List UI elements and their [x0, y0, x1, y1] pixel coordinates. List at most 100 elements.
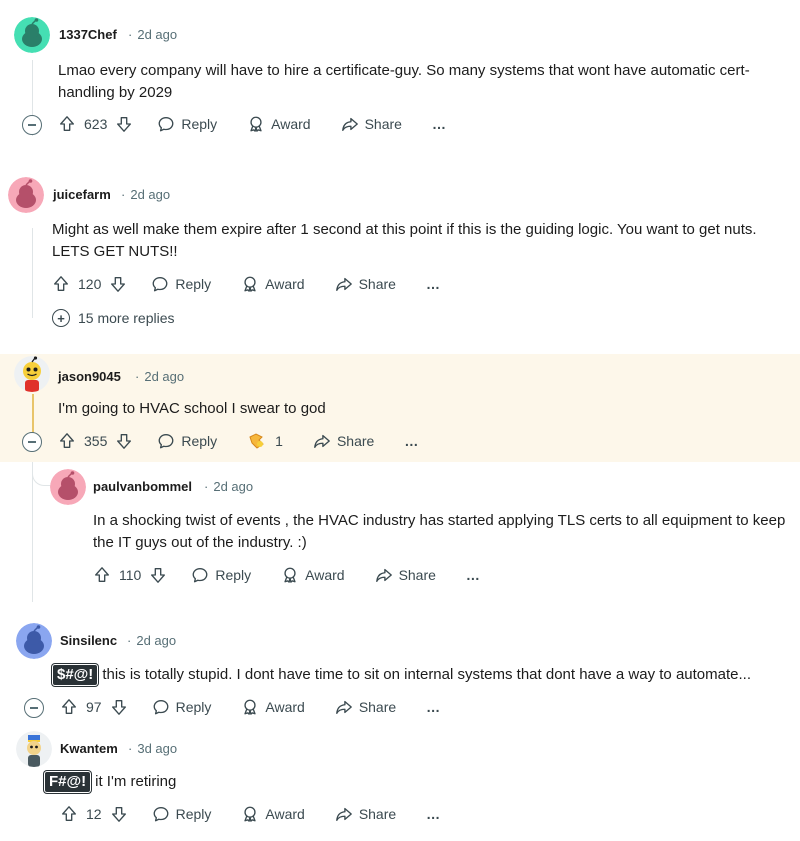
downvote-button[interactable] [149, 563, 167, 587]
thread-line [32, 394, 34, 434]
reply-label: Reply [181, 116, 218, 132]
award-icon [244, 806, 256, 822]
username[interactable]: paulvanbommel [93, 479, 192, 494]
thread-line [32, 228, 33, 318]
more-options-icon[interactable]: … [426, 806, 441, 822]
award-button[interactable]: Award [241, 272, 305, 296]
timestamp: 2d ago [137, 27, 178, 42]
collapse-icon[interactable] [22, 432, 42, 452]
more-options-icon[interactable]: … [404, 433, 419, 449]
downvote-icon [151, 568, 166, 583]
username[interactable]: Sinsilenc [60, 633, 117, 648]
share-button[interactable]: Share [335, 802, 396, 826]
upvote-icon [62, 806, 76, 821]
upvote-button[interactable] [60, 695, 78, 719]
timestamp: 2d ago [213, 479, 254, 494]
upvote-icon [54, 276, 68, 291]
comment-actions: 120 Reply Award Share … [52, 272, 441, 296]
award-button[interactable]: Award [247, 112, 311, 136]
separator-dot: · [204, 479, 209, 494]
avatar[interactable] [14, 356, 50, 392]
award-label: Award [305, 567, 345, 583]
share-label: Share [358, 276, 396, 292]
downvote-button[interactable] [115, 429, 133, 453]
vote-count: 623 [84, 116, 108, 132]
downvote-button[interactable] [109, 272, 127, 296]
reply-button[interactable]: Reply [151, 272, 211, 296]
reply-button[interactable]: Reply [152, 695, 211, 719]
award-label: Award [265, 806, 305, 822]
award-icon [284, 567, 296, 583]
more-options-icon[interactable]: … [432, 116, 447, 132]
share-button[interactable]: Share [341, 112, 402, 136]
award-button[interactable]: Award [241, 802, 305, 826]
reply-label: Reply [181, 433, 218, 449]
award-button[interactable]: Award [241, 695, 305, 719]
share-button[interactable]: Share [335, 272, 396, 296]
upvote-icon [60, 433, 74, 448]
separator-dot: · [127, 633, 132, 648]
downvote-button[interactable] [110, 802, 128, 826]
share-label: Share [364, 116, 402, 132]
reply-icon [153, 700, 169, 715]
comment-timestamp: · 2d ago [135, 369, 184, 384]
downvote-button[interactable] [110, 695, 128, 719]
timestamp: 2d ago [136, 633, 177, 648]
avatar[interactable] [16, 731, 52, 767]
username[interactable]: jason9045 [58, 369, 121, 384]
separator-dot: · [128, 27, 133, 42]
username[interactable]: juicefarm [53, 187, 111, 202]
reply-label: Reply [175, 276, 212, 292]
reply-icon [158, 434, 174, 449]
username[interactable]: 1337Chef [59, 27, 117, 42]
comment-body: Might as well make them expire after 1 s… [52, 221, 757, 260]
collapse-icon[interactable] [24, 698, 44, 718]
comment-actions: 623 Reply Award Share … [58, 112, 447, 136]
reply-button[interactable]: Reply [152, 802, 212, 826]
more-options-icon[interactable]: … [426, 276, 441, 292]
avatar[interactable] [16, 623, 52, 659]
share-icon [335, 807, 352, 821]
comment-actions: 355 Reply 1 Share … [58, 429, 419, 453]
more-options-icon[interactable]: … [466, 567, 481, 583]
award-label: Award [265, 699, 305, 715]
more-options-icon[interactable]: … [426, 699, 441, 715]
downvote-icon [111, 807, 126, 822]
comment-timestamp: · 2d ago [121, 187, 170, 202]
comment-body: Lmao every company will have to hire a c… [58, 62, 750, 101]
upvote-button[interactable] [60, 802, 78, 826]
award-label: Award [265, 276, 305, 292]
profanity-badge: $#@! [52, 664, 99, 686]
comment-actions: 97 Reply Award Share … [60, 695, 441, 719]
more-replies-button[interactable]: + 15 more replies [52, 309, 175, 327]
vote-count: 97 [86, 699, 102, 715]
upvote-button[interactable] [52, 272, 70, 296]
comment-text: it I'm retiring [95, 773, 177, 790]
timestamp: 2d ago [130, 187, 171, 202]
award-button[interactable]: Award [281, 563, 345, 587]
comment-text: this is totally stupid. I dont have time… [102, 666, 751, 683]
reply-button[interactable]: Reply [157, 112, 217, 136]
timestamp: 2d ago [144, 369, 185, 384]
reply-button[interactable]: Reply [157, 429, 217, 453]
reply-connector [32, 462, 52, 486]
reply-label: Reply [175, 806, 212, 822]
upvote-button[interactable] [58, 429, 76, 453]
separator-dot: · [121, 187, 126, 202]
award-icon [244, 276, 256, 292]
share-button[interactable]: Share [313, 429, 374, 453]
avatar[interactable] [50, 469, 86, 505]
avatar[interactable] [8, 177, 44, 213]
username[interactable]: Kwantem [60, 741, 118, 756]
upvote-button[interactable] [93, 563, 111, 587]
share-button[interactable]: Share [375, 563, 436, 587]
award-button[interactable]: 1 [247, 429, 283, 453]
collapse-icon[interactable] [22, 115, 42, 135]
share-button[interactable]: Share [335, 695, 396, 719]
upvote-icon [95, 567, 109, 582]
avatar[interactable] [14, 17, 50, 53]
downvote-button[interactable] [115, 112, 133, 136]
reply-button[interactable]: Reply [191, 563, 251, 587]
vote-count: 12 [86, 806, 102, 822]
upvote-button[interactable] [58, 112, 76, 136]
